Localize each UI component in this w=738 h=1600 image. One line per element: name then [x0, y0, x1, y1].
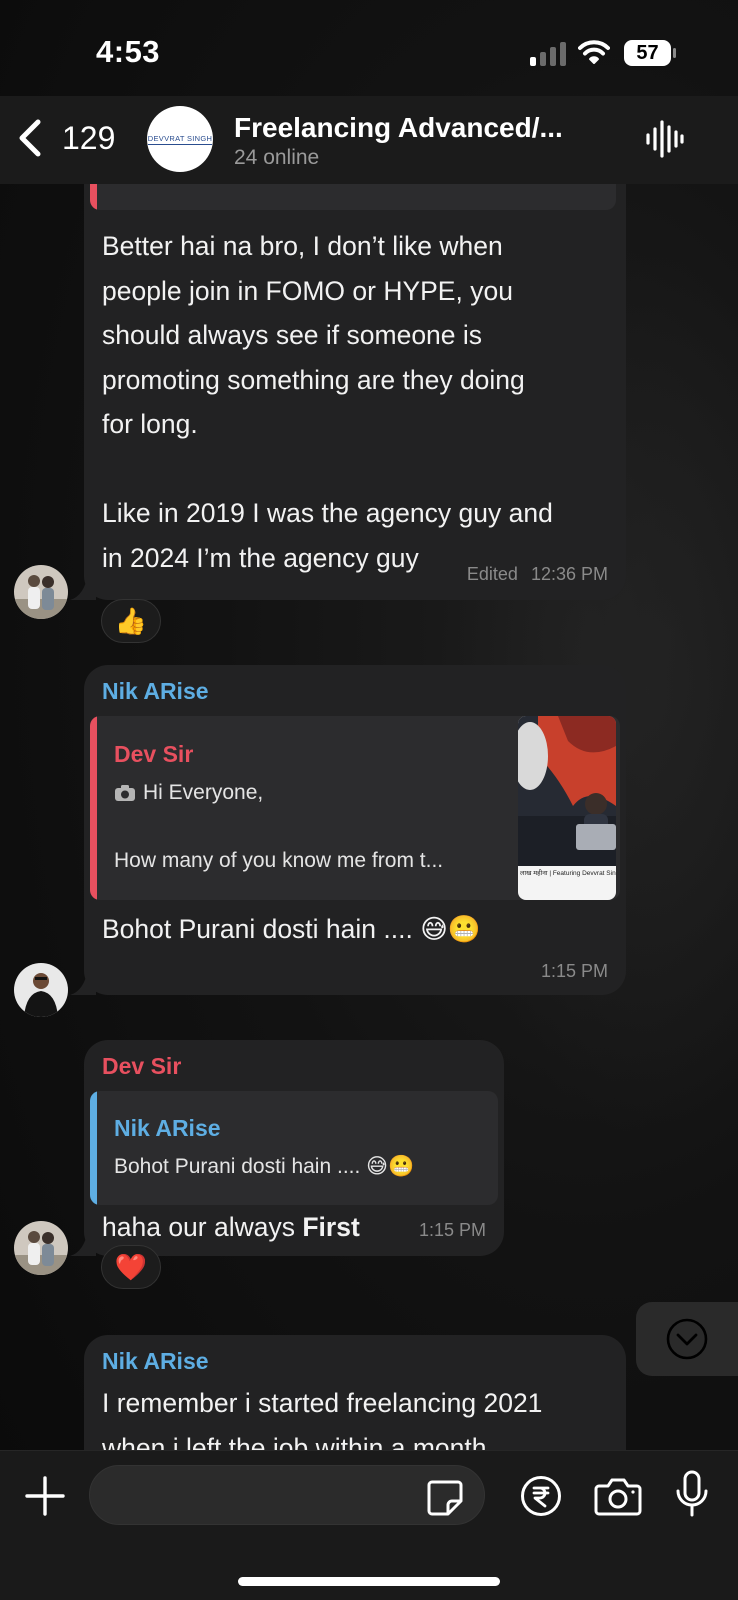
sender-avatar[interactable]: [14, 565, 68, 619]
reply-sender-name: Dev Sir: [114, 741, 194, 767]
reply-preview[interactable]: Dev Sir Hi Everyone, How many of you kno…: [90, 716, 620, 900]
reaction-badge[interactable]: ❤️: [101, 1245, 161, 1289]
bubble-tail: [70, 574, 96, 600]
online-count: 24 online: [234, 146, 320, 169]
sender-name[interactable]: Nik ARise: [102, 1348, 209, 1375]
sender-avatar[interactable]: [14, 1221, 68, 1275]
message-text: haha our always First: [102, 1212, 360, 1242]
message-bubble[interactable]: Nik ARise Dev Sir Hi Everyone, How many …: [84, 665, 626, 995]
reply-preview-cut[interactable]: [90, 184, 616, 210]
status-time: 4:53: [96, 34, 161, 69]
wifi-icon: [578, 40, 610, 64]
rupee-payment-icon[interactable]: [520, 1475, 562, 1517]
camera-icon[interactable]: [594, 1475, 642, 1517]
message-time: 1:15 PM: [540, 961, 608, 981]
message-time: 1:15 PM: [418, 1220, 486, 1240]
heart-reaction: ❤️: [114, 1251, 148, 1282]
avatar-photo: [14, 565, 68, 619]
reply-line-1: Hi Everyone,: [143, 781, 264, 804]
home-indicator[interactable]: [238, 1577, 500, 1586]
chevron-left-icon: [19, 119, 41, 157]
bubble-tail: [70, 1230, 96, 1256]
chevron-down-circle-icon: [666, 1318, 708, 1360]
bold-text: First: [302, 1212, 360, 1242]
reply-thumbnail: लाख महीना | Featuring Devvrat Singh: [518, 716, 616, 900]
microphone-icon[interactable]: [674, 1469, 710, 1519]
chat-header: 129 DEVVRAT SINGH Freelancing Advanced/.…: [0, 96, 738, 184]
reply-preview[interactable]: Nik ARise Bohot Purani dosti hain .... 😅…: [90, 1091, 498, 1205]
unread-count: 129: [62, 119, 116, 156]
message-bubble[interactable]: Nik ARise I remember i started freelanci…: [84, 1335, 626, 1450]
avatar-photo: [14, 1221, 68, 1275]
status-bar: 4:53 57: [0, 0, 738, 104]
message-meta: Edited 12:36 PM: [467, 564, 608, 585]
message-time: 12:36 PM: [530, 564, 608, 584]
sender-name[interactable]: Nik ARise: [102, 678, 209, 705]
battery-icon: 57: [624, 40, 676, 66]
reply-line-2: How many of you know me from t...: [114, 849, 444, 872]
chat-screen: 4:53 57 129 DEVVRAT SINGH Freelancing Ad…: [0, 0, 738, 1600]
thumbnail-caption: लाख महीना | Featuring Devvrat Singh: [520, 870, 616, 877]
sticker-icon[interactable]: [426, 1479, 464, 1517]
sender-name[interactable]: Dev Sir: [102, 1053, 181, 1080]
message-text: Bohot Purani dosti hain .... 😅😬: [102, 914, 481, 944]
back-button[interactable]: 129: [10, 108, 122, 168]
reply-line-1: Bohot Purani dosti hain .... 😅😬: [114, 1155, 415, 1178]
scroll-to-bottom-button[interactable]: [636, 1302, 738, 1376]
thumbnail-image: [518, 716, 616, 866]
message-list[interactable]: Better hai na bro, I don’t like when peo…: [0, 184, 738, 1450]
sender-avatar[interactable]: [14, 963, 68, 1017]
group-avatar[interactable]: DEVVRAT SINGH: [147, 106, 213, 172]
group-avatar-logo-text: DEVVRAT SINGH: [147, 133, 213, 145]
bubble-tail: [70, 969, 96, 995]
camera-icon: [115, 785, 135, 801]
plus-attach-icon[interactable]: [24, 1475, 66, 1517]
group-title[interactable]: Freelancing Advanced/...: [234, 112, 614, 144]
cellular-signal-icon: [530, 40, 566, 66]
message-text: I remember i started freelancing 2021 wh…: [102, 1388, 543, 1450]
battery-level: 57: [624, 40, 671, 66]
reaction-badge[interactable]: 👍: [101, 599, 161, 643]
avatar-photo: [14, 963, 68, 1017]
thumbs-up-reaction: 👍: [114, 605, 148, 636]
message-bubble[interactable]: Better hai na bro, I don’t like when peo…: [84, 184, 626, 600]
message-text: Better hai na bro, I don’t like when peo…: [102, 231, 553, 573]
reply-sender-name: Nik ARise: [114, 1115, 221, 1141]
message-bubble[interactable]: Dev Sir Nik ARise Bohot Purani dosti hai…: [84, 1040, 504, 1256]
edited-label: Edited: [466, 564, 518, 584]
voice-chat-icon[interactable]: [645, 118, 685, 160]
message-input-bar: [0, 1450, 738, 1600]
